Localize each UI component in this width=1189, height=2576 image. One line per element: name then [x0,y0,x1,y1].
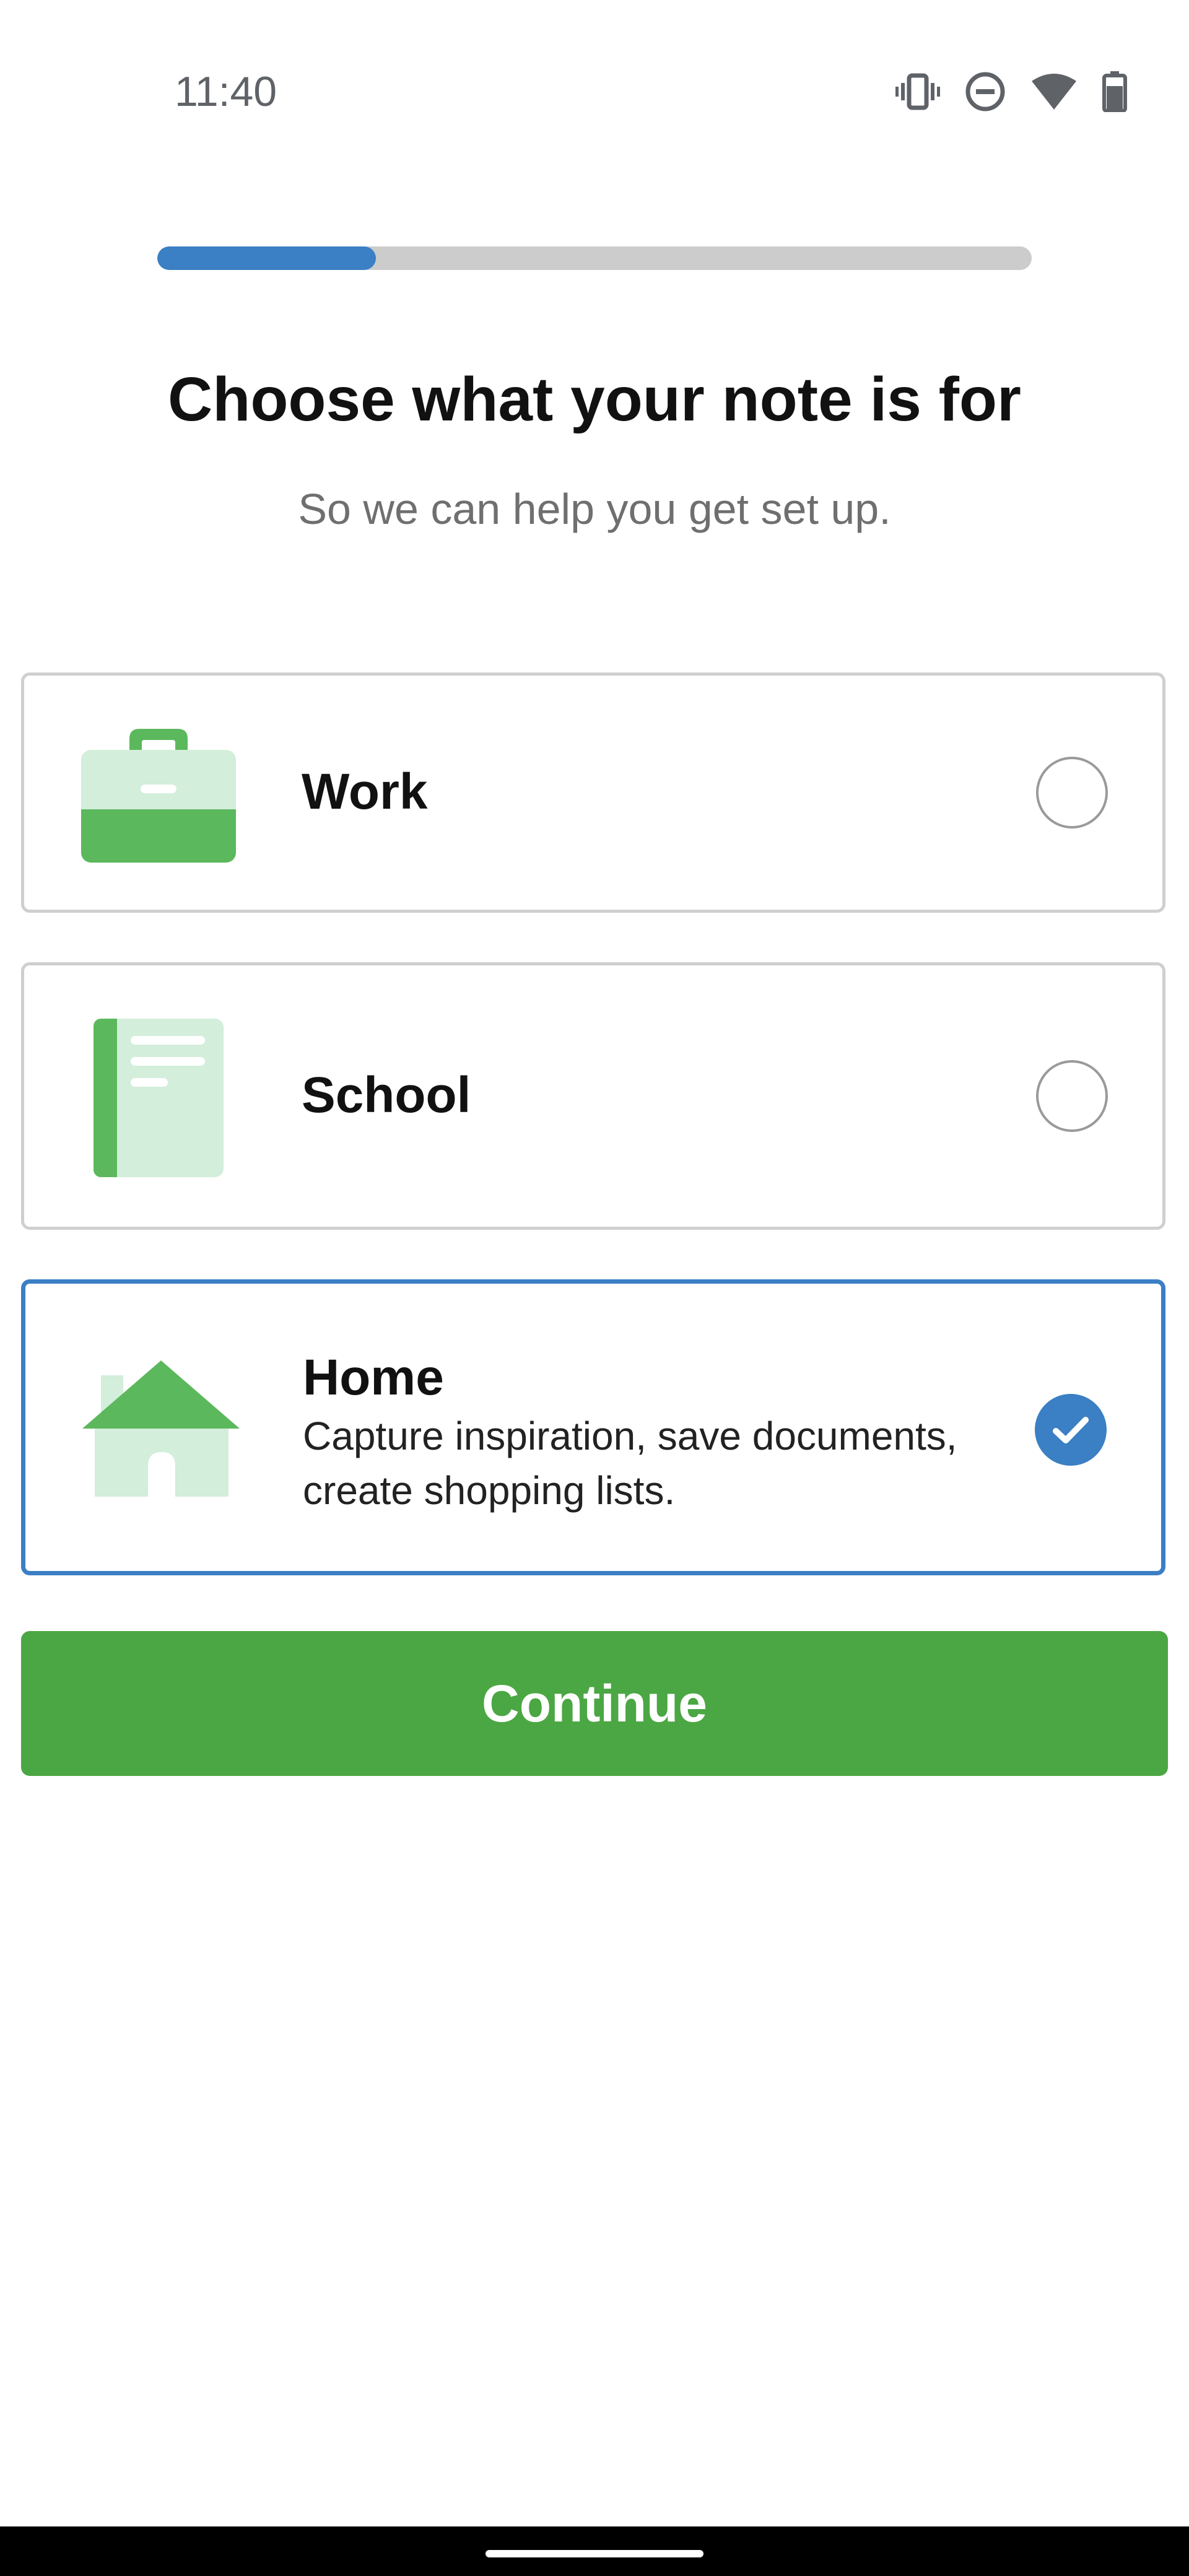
option-card-home[interactable]: Home Capture inspiration, save documents… [21,1279,1165,1575]
continue-button[interactable]: Continue [21,1631,1168,1776]
option-card-school[interactable]: School [21,962,1165,1230]
notebook-icon [94,1019,224,1183]
option-label-home: Home [303,1349,444,1406]
onboarding-screen: 11:40 Choose what your note is for So we… [0,0,1189,2576]
option-card-work[interactable]: Work [21,672,1165,913]
option-label-school: School [302,1067,471,1123]
briefcase-icon [81,726,236,866]
home-gesture-handle[interactable] [486,2550,703,2557]
status-bar: 11:40 [0,0,1189,186]
option-label-work: Work [302,764,428,820]
navigation-bar [0,2526,1189,2576]
house-icon [80,1360,242,1500]
page-subtitle: So we can help you get set up. [298,485,891,533]
vibrate-icon [895,72,940,111]
wifi-icon [1030,72,1078,111]
radio-work[interactable] [1036,757,1108,829]
status-time: 11:40 [175,68,277,115]
option-description-home: Capture inspiration, save documents, cre… [303,1414,957,1513]
radio-home[interactable] [1035,1394,1107,1466]
status-icons [895,67,1127,116]
battery-icon [1102,71,1127,112]
radio-school[interactable] [1036,1060,1108,1132]
do-not-disturb-icon [965,71,1006,112]
page-title: Choose what your note is for [168,365,1021,434]
onboarding-progress-bar [157,246,1032,270]
checkmark-icon [1053,1417,1089,1443]
progress-fill [157,246,376,270]
